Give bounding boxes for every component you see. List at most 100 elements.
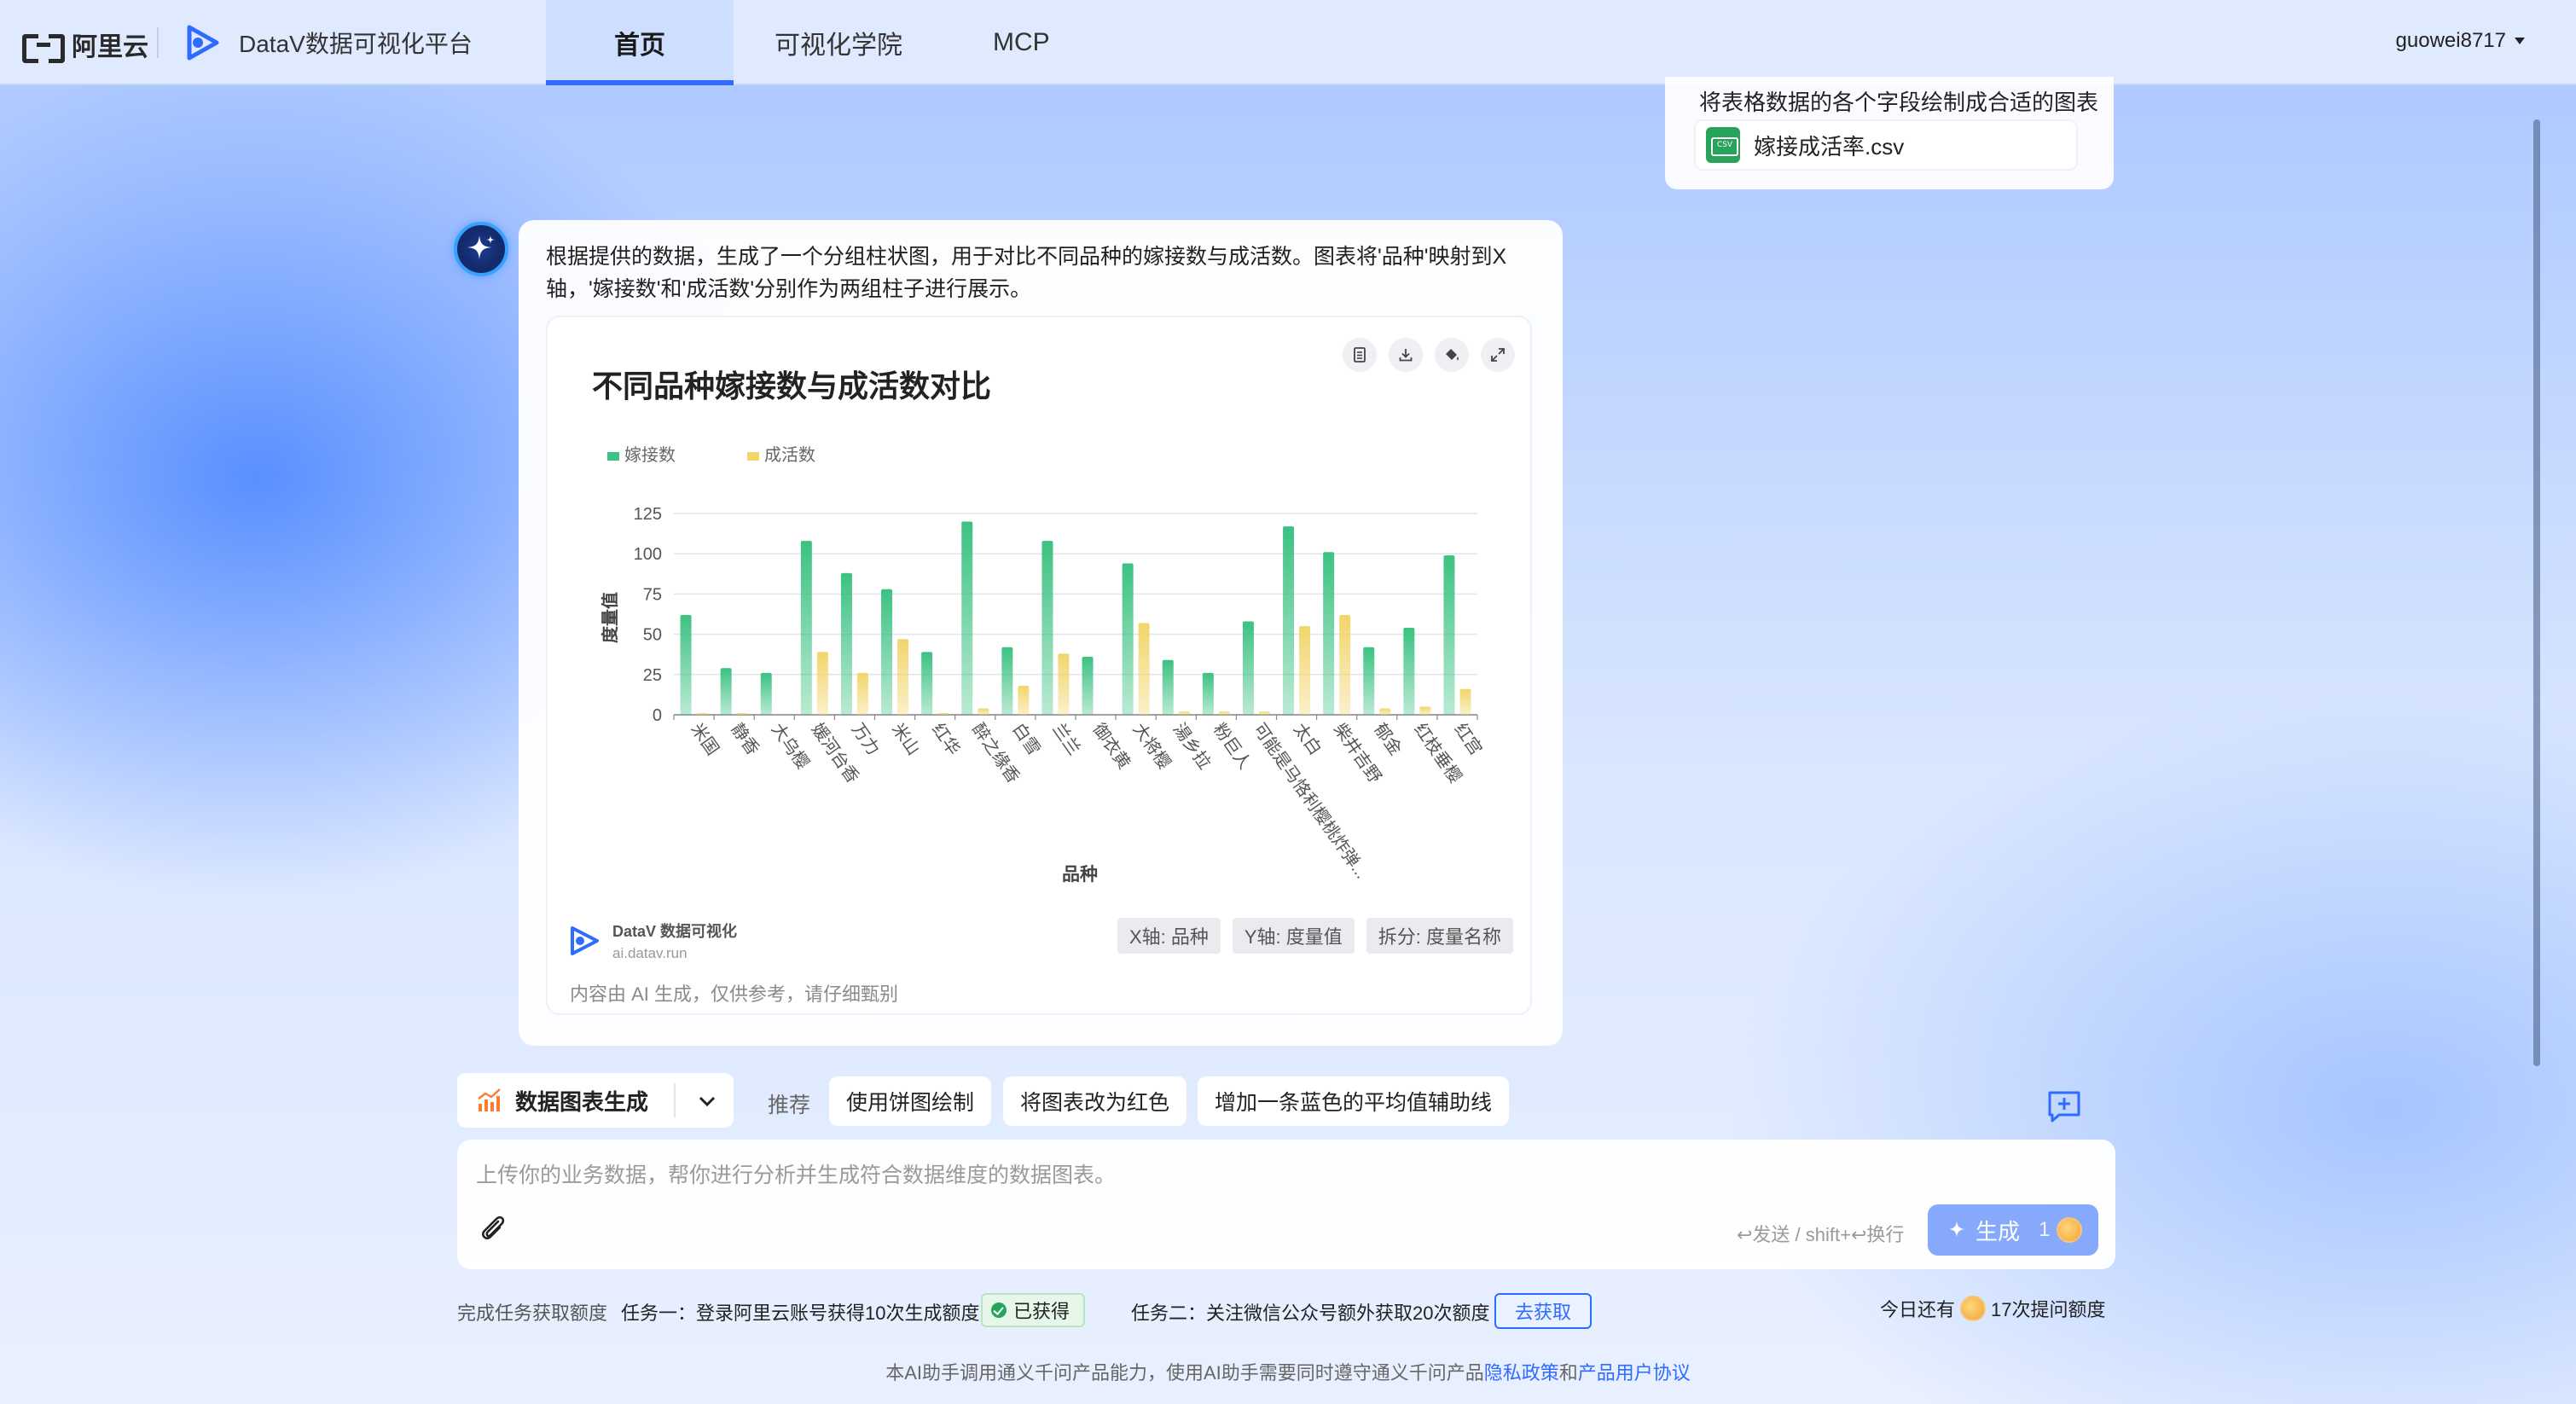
bar-grafts[interactable] bbox=[1323, 552, 1335, 715]
y-axis-title: 度量值 bbox=[600, 592, 620, 643]
bar-grafts[interactable] bbox=[1443, 555, 1455, 715]
user-agreement-link[interactable]: 产品用户协议 bbox=[1578, 1362, 1691, 1384]
bar-grafts[interactable] bbox=[961, 521, 973, 715]
bar-survived[interactable] bbox=[1138, 623, 1150, 715]
y-tick-label: 0 bbox=[653, 706, 662, 725]
footer-note: 本AI助手调用通义千问产品能力，使用AI助手需要同时遵守通义千问产品隐私政策和产… bbox=[0, 1358, 2576, 1385]
paint-bucket-icon bbox=[1446, 349, 1459, 361]
new-chat-icon bbox=[2048, 1091, 2080, 1123]
bar-grafts[interactable] bbox=[680, 614, 692, 715]
bar-survived[interactable] bbox=[1459, 688, 1471, 715]
bar-survived[interactable] bbox=[1178, 711, 1190, 715]
bar-grafts[interactable] bbox=[720, 668, 732, 715]
legend-swatch-grafts bbox=[607, 452, 619, 461]
generate-button[interactable]: 生成 1 bbox=[1928, 1204, 2098, 1256]
coin-icon bbox=[1960, 1296, 1987, 1321]
bar-survived[interactable] bbox=[696, 713, 708, 715]
bar-grafts[interactable] bbox=[1162, 659, 1174, 715]
attached-file[interactable]: 嫁接成活率.csv bbox=[1694, 119, 2078, 171]
bar-grafts[interactable] bbox=[921, 652, 933, 715]
bar-grafts[interactable] bbox=[760, 672, 772, 715]
bar-survived[interactable] bbox=[1258, 711, 1270, 715]
recommend-label: 推荐 bbox=[768, 1094, 811, 1117]
bar-survived[interactable] bbox=[1419, 706, 1431, 715]
bar-grafts[interactable] bbox=[881, 589, 893, 715]
tab-academy[interactable]: 可视化学院 bbox=[734, 0, 943, 85]
chevron-down-icon[interactable] bbox=[694, 1088, 720, 1114]
product-name: DataV数据可视化平台 bbox=[239, 31, 473, 57]
quota-prefix: 今日还有 bbox=[1880, 1299, 1956, 1320]
task-two-button[interactable]: 去获取 bbox=[1494, 1293, 1593, 1329]
legend-label-grafts[interactable]: 嫁接数 bbox=[624, 445, 676, 465]
chat-input[interactable]: 上传你的业务数据，帮你进行分析并生成符合数据维度的数据图表。 bbox=[476, 1158, 1116, 1189]
mode-select[interactable]: 数据图表生成 bbox=[457, 1073, 734, 1128]
new-chat-button[interactable] bbox=[2045, 1088, 2083, 1130]
bar-survived[interactable] bbox=[1299, 626, 1311, 715]
tab-home[interactable]: 首页 bbox=[546, 0, 734, 85]
x-tick-label: 万力 bbox=[848, 720, 884, 759]
bar-survived[interactable] bbox=[1379, 708, 1391, 715]
table-icon bbox=[1354, 347, 1366, 363]
bar-survived[interactable] bbox=[736, 713, 748, 715]
bar-survived[interactable] bbox=[937, 713, 949, 715]
bar-grafts[interactable] bbox=[1403, 628, 1415, 715]
bar-survived[interactable] bbox=[1218, 711, 1230, 715]
theme-button[interactable] bbox=[1435, 338, 1469, 372]
bar-survived[interactable] bbox=[816, 652, 828, 715]
suggestion-chip-pie[interactable]: 使用饼图绘制 bbox=[829, 1076, 992, 1126]
x-tick-label: 大乌樱 bbox=[768, 720, 813, 773]
y-tick-label: 100 bbox=[634, 545, 662, 564]
csv-file-icon bbox=[1706, 127, 1740, 163]
bar-survived[interactable] bbox=[1058, 653, 1070, 715]
bar-survived[interactable] bbox=[978, 708, 989, 715]
aliyun-logo[interactable]: 阿里云 bbox=[22, 26, 148, 63]
datav-logo-icon bbox=[187, 25, 219, 61]
privacy-policy-link[interactable]: 隐私政策 bbox=[1484, 1362, 1559, 1384]
bar-grafts[interactable] bbox=[1122, 563, 1134, 715]
coin-icon bbox=[2057, 1217, 2083, 1243]
paperclip-icon[interactable] bbox=[476, 1211, 510, 1245]
bar-grafts[interactable] bbox=[1242, 621, 1254, 715]
generate-label: 生成 bbox=[1976, 1218, 2021, 1244]
bar-grafts[interactable] bbox=[1001, 647, 1013, 715]
chart-brand-url: ai.datav.run bbox=[612, 945, 688, 961]
legend-swatch-survived bbox=[747, 452, 759, 461]
tag-y-axis: Y轴: 度量值 bbox=[1232, 918, 1355, 954]
download-button[interactable] bbox=[1389, 338, 1423, 372]
legend-label-survived[interactable]: 成活数 bbox=[764, 445, 815, 465]
scrollbar[interactable] bbox=[2533, 119, 2540, 1066]
chart-growth-icon bbox=[478, 1088, 501, 1111]
bar-grafts[interactable] bbox=[1202, 672, 1214, 715]
y-tick-label: 125 bbox=[634, 505, 662, 524]
task-one-status-label: 已获得 bbox=[1013, 1301, 1070, 1322]
suggestion-chip-avg-line[interactable]: 增加一条蓝色的平均值辅助线 bbox=[1198, 1076, 1510, 1126]
generate-count: 1 bbox=[2039, 1218, 2051, 1241]
footer-text: 本AI助手调用通义千问产品能力，使用AI助手需要同时遵守通义千问产品 bbox=[885, 1362, 1484, 1384]
data-table-button[interactable] bbox=[1343, 338, 1377, 372]
user-message-text: 将表格数据的各个字段绘制成合适的图表 bbox=[1699, 90, 2099, 115]
tag-split: 拆分: 度量名称 bbox=[1366, 918, 1513, 954]
legend: 嫁接数 成活数 bbox=[607, 445, 815, 465]
bar-survived[interactable] bbox=[1018, 686, 1030, 715]
datav-brand[interactable]: DataV数据可视化平台 bbox=[181, 20, 473, 65]
x-tick-label: 湯乡拉 bbox=[1169, 720, 1215, 773]
user-message: 将表格数据的各个字段绘制成合适的图表 嫁接成活率.csv bbox=[1665, 77, 2114, 189]
bar-grafts[interactable] bbox=[840, 572, 852, 715]
username: guowei8717 bbox=[2395, 29, 2506, 52]
bar-grafts[interactable] bbox=[1283, 526, 1295, 715]
check-circle-icon bbox=[991, 1302, 1007, 1318]
bar-grafts[interactable] bbox=[1041, 541, 1053, 715]
bar-survived[interactable] bbox=[897, 639, 909, 715]
bar-grafts[interactable] bbox=[1363, 647, 1375, 715]
bar-grafts[interactable] bbox=[800, 541, 812, 715]
download-icon bbox=[1399, 349, 1413, 362]
user-menu[interactable]: guowei8717 bbox=[2396, 29, 2525, 53]
y-tick-label: 25 bbox=[643, 666, 662, 685]
bar-survived[interactable] bbox=[856, 672, 868, 715]
bar-grafts[interactable] bbox=[1082, 657, 1094, 715]
bar-chart: 嫁接数 成活数 度量值 品种 0 25 50 75 100 125 米国 静香 大乌樱媛河台香… bbox=[600, 445, 1486, 885]
suggestion-chip-red[interactable]: 将图表改为红色 bbox=[1003, 1076, 1187, 1126]
tab-mcp[interactable]: MCP bbox=[943, 0, 1099, 85]
fullscreen-button[interactable] bbox=[1481, 338, 1515, 372]
bar-survived[interactable] bbox=[1339, 614, 1351, 715]
